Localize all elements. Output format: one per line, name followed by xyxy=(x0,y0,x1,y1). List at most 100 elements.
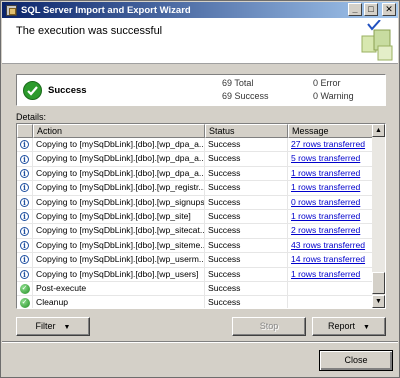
action-cell: Copying to [mySqDbLink].[dbo].[wp_dpa_a.… xyxy=(33,166,205,181)
info-icon: i xyxy=(20,168,29,178)
info-icon: i xyxy=(20,212,29,222)
message-link[interactable]: 1 rows transferred xyxy=(291,269,360,279)
action-cell: Copying to [mySqDbLink].[dbo].[wp_site] xyxy=(33,209,205,224)
message-link[interactable]: 1 rows transferred xyxy=(291,182,360,192)
success-check-icon xyxy=(23,81,42,100)
window-title: SQL Server Import and Export Wizard xyxy=(21,4,191,16)
message-cell: 1 rows transferred xyxy=(288,209,373,224)
header-icon-column[interactable] xyxy=(17,124,33,138)
close-window-button[interactable]: ✕ xyxy=(382,3,396,16)
column-header-message[interactable]: Message xyxy=(288,124,373,138)
row-icon-cell: i xyxy=(17,224,33,238)
table-row[interactable]: i Copying to [mySqDbLink].[dbo].[wp_users… xyxy=(17,267,373,282)
total-count: 69 Total xyxy=(222,78,254,88)
table-row[interactable]: i Copying to [mySqDbLink].[dbo].[wp_dpa_a… xyxy=(17,138,373,153)
report-button[interactable]: Report ▼ xyxy=(312,317,386,336)
message-cell: 1 rows transferred xyxy=(288,181,373,195)
table-row[interactable]: i Copying to [mySqDbLink].[dbo].[wp_sitem… xyxy=(17,238,373,254)
check-icon: ✓ xyxy=(19,283,30,294)
info-icon: i xyxy=(20,255,29,265)
row-icon-cell: i xyxy=(17,209,33,224)
row-icon-cell: i xyxy=(17,166,33,181)
status-cell: Success xyxy=(205,296,288,308)
table-row[interactable]: i Copying to [mySqDbLink].[dbo].[wp_dpa_a… xyxy=(17,166,373,182)
table-row[interactable]: i Copying to [mySqDbLink].[dbo].[wp_sitec… xyxy=(17,224,373,239)
message-link[interactable]: 1 rows transferred xyxy=(291,211,360,221)
table-row[interactable]: i Copying to [mySqDbLink].[dbo].[wp_userm… xyxy=(17,253,373,268)
message-cell: 0 rows transferred xyxy=(288,195,373,209)
grid-rows: i Copying to [mySqDbLink].[dbo].[wp_dpa_a… xyxy=(17,138,373,308)
row-icon-cell: i xyxy=(17,181,33,195)
action-cell: Copying to [mySqDbLink].[dbo].[wp_dpa_a.… xyxy=(33,138,205,152)
status-cell: Success xyxy=(205,209,288,224)
minimize-button[interactable]: _ xyxy=(348,3,362,16)
message-link[interactable]: 27 rows transferred xyxy=(291,139,365,149)
summary-status: Success xyxy=(48,85,87,96)
vertical-scrollbar[interactable]: ▲ ▼ xyxy=(372,124,385,308)
action-cell: Copying to [mySqDbLink].[dbo].[wp_signup… xyxy=(33,195,205,209)
wizard-window: SQL Server Import and Export Wizard _ □ … xyxy=(0,0,400,378)
filter-dropdown-icon: ▼ xyxy=(63,324,71,331)
summary-panel: Success 69 Total 69 Success 0 Error 0 Wa… xyxy=(16,74,386,106)
message-link[interactable]: 0 rows transferred xyxy=(291,197,360,207)
scroll-thumb[interactable] xyxy=(372,272,385,294)
row-icon-cell: i xyxy=(17,253,33,267)
message-link[interactable]: 14 rows transferred xyxy=(291,254,365,264)
error-count: 0 Error xyxy=(313,78,341,88)
message-cell: 43 rows transferred xyxy=(288,238,373,253)
info-icon: i xyxy=(20,197,29,207)
maximize-button[interactable]: □ xyxy=(364,3,378,16)
column-header-status[interactable]: Status xyxy=(205,124,288,138)
close-button[interactable]: Close xyxy=(319,350,393,371)
filter-button[interactable]: Filter ▼ xyxy=(16,317,90,336)
scroll-up-button[interactable]: ▲ xyxy=(372,124,385,137)
filter-label: Filter xyxy=(35,321,56,331)
row-icon-cell: ✓ xyxy=(17,296,33,308)
warning-count: 0 Warning xyxy=(313,91,354,101)
row-icon-cell: i xyxy=(17,238,33,253)
footer-divider xyxy=(2,341,398,343)
status-cell: Success xyxy=(205,253,288,267)
message-cell: 14 rows transferred xyxy=(288,253,373,267)
action-cell: Copying to [mySqDbLink].[dbo].[wp_users] xyxy=(33,267,205,281)
action-cell: Copying to [mySqDbLink].[dbo].[wp_siteca… xyxy=(33,224,205,238)
table-row[interactable]: i Copying to [mySqDbLink].[dbo].[wp_signu… xyxy=(17,195,373,210)
column-header-action[interactable]: Action xyxy=(33,124,205,138)
message-link[interactable]: 2 rows transferred xyxy=(291,225,360,235)
table-row[interactable]: i Copying to [mySqDbLink].[dbo].[wp_regis… xyxy=(17,181,373,196)
app-icon xyxy=(6,4,17,16)
message-cell: 1 rows transferred xyxy=(288,267,373,281)
message-cell: 27 rows transferred xyxy=(288,138,373,152)
action-cell: Copying to [mySqDbLink].[dbo].[wp_dpa_a.… xyxy=(33,152,205,166)
report-dropdown-icon: ▼ xyxy=(363,324,370,331)
status-cell: Success xyxy=(205,195,288,209)
stop-button[interactable]: Stop xyxy=(232,317,306,336)
table-row[interactable]: i Copying to [mySqDbLink].[dbo].[wp_site]… xyxy=(17,209,373,225)
status-cell: Success xyxy=(205,238,288,253)
info-icon: i xyxy=(20,183,29,193)
action-cell: Copying to [mySqDbLink].[dbo].[wp_siteme… xyxy=(33,238,205,253)
info-icon: i xyxy=(20,240,29,250)
status-cell: Success xyxy=(205,281,288,296)
scroll-down-button[interactable]: ▼ xyxy=(372,295,385,308)
info-icon: i xyxy=(20,154,29,164)
row-icon-cell: i xyxy=(17,195,33,209)
table-row[interactable]: ✓ Post-execute Success xyxy=(17,281,373,297)
message-link[interactable]: 5 rows transferred xyxy=(291,153,360,163)
row-icon-cell: ✓ xyxy=(17,281,33,296)
wizard-header: The execution was successful xyxy=(2,18,398,64)
row-icon-cell: i xyxy=(17,138,33,152)
table-row[interactable]: ✓ Cleanup Success xyxy=(17,296,373,308)
message-link[interactable]: 1 rows transferred xyxy=(291,168,360,178)
table-row[interactable]: i Copying to [mySqDbLink].[dbo].[wp_dpa_a… xyxy=(17,152,373,167)
message-link[interactable]: 43 rows transferred xyxy=(291,240,365,250)
message-cell: 1 rows transferred xyxy=(288,166,373,181)
page-heading: The execution was successful xyxy=(16,25,163,37)
message-cell: 5 rows transferred xyxy=(288,152,373,166)
status-cell: Success xyxy=(205,152,288,166)
title-bar[interactable]: SQL Server Import and Export Wizard _ □ … xyxy=(2,2,398,18)
status-cell: Success xyxy=(205,138,288,152)
check-icon: ✓ xyxy=(19,297,30,308)
info-icon: i xyxy=(20,269,29,279)
details-grid[interactable]: Action Status Message i Copying to [mySqD… xyxy=(16,123,386,309)
